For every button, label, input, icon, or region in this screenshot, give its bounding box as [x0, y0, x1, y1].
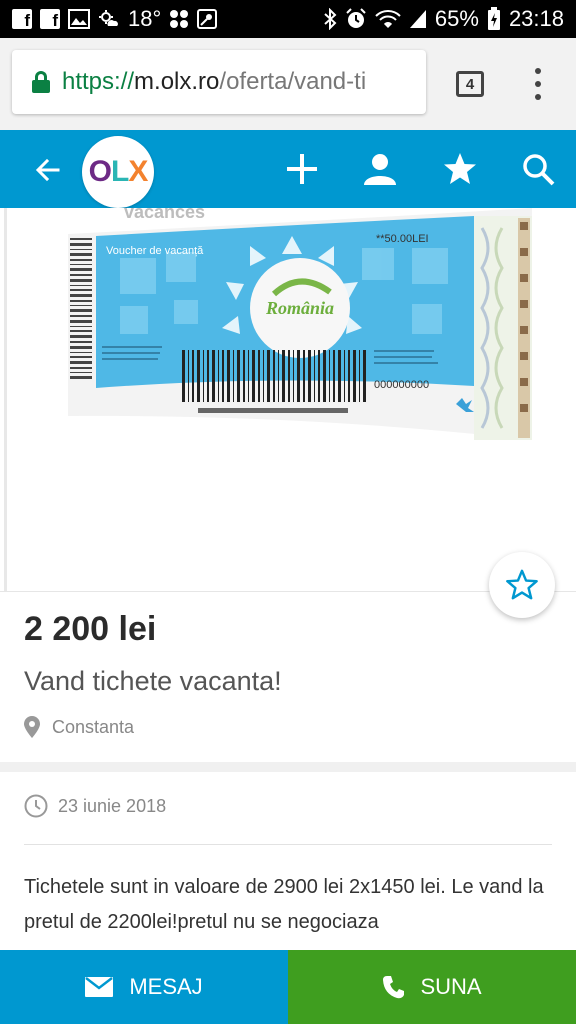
back-arrow-icon[interactable] — [30, 152, 66, 188]
envelope-icon — [85, 977, 114, 997]
message-button[interactable]: MESAJ — [0, 950, 288, 1024]
call-button[interactable]: SUNA — [288, 950, 576, 1024]
logo-letter-l: L — [111, 155, 129, 188]
clock-icon — [24, 794, 48, 818]
voucher-label: Voucher de vacanță — [106, 245, 204, 257]
browser-toolbar: https://m.olx.ro/oferta/vand-ti 4 — [0, 38, 576, 130]
gallery-icon — [68, 9, 90, 29]
ad-summary: 2 200 lei Vand tichete vacanta! Constant… — [0, 592, 576, 762]
apps-icon — [169, 9, 189, 29]
lock-icon — [32, 71, 50, 93]
search-icon — [523, 154, 555, 186]
phone-icon — [383, 976, 405, 999]
url-host: m.olx.ro — [134, 68, 220, 95]
ad-date: 23 iunie 2018 — [24, 794, 166, 818]
location-pin-icon — [24, 716, 40, 738]
search-button[interactable] — [518, 149, 558, 189]
facebook-notification-icon: f — [12, 9, 32, 29]
temperature-text: 18° — [128, 6, 162, 31]
divider — [24, 844, 552, 845]
section-separator — [0, 762, 576, 772]
add-ad-button[interactable] — [282, 149, 322, 189]
bluetooth-icon — [323, 8, 337, 30]
account-button[interactable] — [360, 149, 400, 189]
favorites-button[interactable] — [440, 149, 480, 189]
tab-count: 4 — [465, 75, 475, 93]
signal-icon — [409, 9, 427, 29]
menu-dot — [535, 81, 541, 87]
ad-description: Tichetele sunt in valoare de 2900 lei 2x… — [24, 876, 544, 933]
wifi-icon — [375, 9, 401, 29]
url-path: /oferta/vand-ti — [219, 68, 367, 95]
menu-dot — [535, 68, 541, 74]
plus-icon — [287, 154, 317, 184]
ad-details: 23 iunie 2018 Tichetele sunt in valoare … — [0, 772, 576, 952]
alarm-icon — [345, 8, 367, 30]
star-icon — [444, 153, 476, 184]
ad-image-gallery[interactable]: vacances România Voucher de vacanță **50… — [0, 208, 576, 592]
status-bar: f f 18° 65% 23:18 — [0, 0, 576, 38]
menu-dot — [535, 94, 541, 100]
clock-time: 23:18 — [508, 6, 564, 31]
voucher-serial: 000000000 — [374, 379, 429, 391]
contact-actions: MESAJ SUNA — [0, 950, 576, 1024]
user-icon — [364, 154, 396, 185]
ad-location[interactable]: Constanta — [24, 716, 134, 738]
logo-letter-o: O — [88, 155, 112, 188]
date-text: 23 iunie 2018 — [58, 795, 167, 816]
voucher-image: vacances România Voucher de vacanță **50… — [68, 208, 532, 440]
logo-letter-x: X — [128, 155, 148, 188]
overflow-menu-button[interactable] — [530, 68, 546, 100]
url-scheme: https:// — [62, 68, 135, 95]
olx-logo[interactable]: OLX — [82, 136, 154, 208]
call-label: SUNA — [420, 974, 482, 999]
weather-icon — [98, 9, 120, 29]
battery-icon — [487, 7, 501, 31]
ad-title: Vand tichete vacanta! — [24, 666, 282, 696]
star-outline-icon — [506, 569, 538, 600]
ad-price: 2 200 lei — [24, 610, 157, 648]
location-text: Constanta — [52, 716, 135, 737]
maps-icon — [197, 9, 218, 29]
voucher-top-text: vacances — [124, 208, 205, 222]
site-header: OLX — [0, 130, 576, 208]
add-to-favorites-button[interactable] — [489, 552, 555, 618]
tab-switcher-button[interactable]: 4 — [456, 71, 484, 97]
voucher-value: **50.00LEI — [376, 233, 429, 245]
address-bar[interactable]: https://m.olx.ro/oferta/vand-ti — [12, 50, 426, 114]
facebook-notification-icon: f — [40, 9, 60, 29]
voucher-brand: România — [265, 298, 334, 318]
message-label: MESAJ — [129, 974, 203, 999]
battery-percent: 65% — [434, 6, 479, 31]
